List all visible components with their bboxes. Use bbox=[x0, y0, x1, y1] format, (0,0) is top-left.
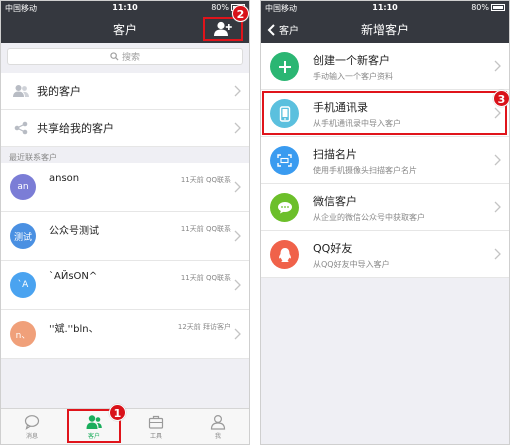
option-wechat[interactable]: 微信客户 从企业的微信公众号中获取客户 bbox=[261, 184, 509, 231]
chevron-right-icon bbox=[234, 279, 241, 291]
step-badge-3: 3 bbox=[493, 90, 509, 107]
contact-name: anson bbox=[49, 173, 80, 184]
status-bar: 中国移动 11:10 80% bbox=[261, 1, 509, 15]
qq-icon bbox=[270, 240, 299, 269]
briefcase-icon bbox=[148, 415, 164, 429]
nav-bar: 客户 bbox=[1, 15, 249, 43]
option-qq-friends[interactable]: QQ好友 从QQ好友中导入客户 bbox=[261, 231, 509, 278]
tab-me[interactable]: 我 bbox=[187, 409, 249, 444]
contact-name: ''斌.''bln、 bbox=[49, 324, 99, 335]
chevron-right-icon bbox=[494, 107, 501, 119]
share-icon bbox=[13, 120, 29, 136]
option-scan-card[interactable]: 扫描名片 使用手机摄像头扫描客户名片 bbox=[261, 137, 509, 184]
contact-meta: 11天前 QQ联系 bbox=[180, 225, 231, 233]
status-bar: 中国移动 11:10 80% bbox=[1, 1, 249, 15]
new-customer-screen: 中国移动 11:10 80% 客户 新增客户 创建一个新客户 手动输入一个客户资… bbox=[260, 0, 510, 445]
option-title: 微信客户 bbox=[313, 195, 357, 208]
customer-menu: 我的客户 共享给我的客户 bbox=[1, 73, 249, 147]
option-title: 创建一个新客户 bbox=[313, 54, 390, 67]
list-item[interactable]: n、 ''斌.''bln、 12天前 拜访客户 bbox=[1, 310, 249, 359]
option-title: 手机通讯录 bbox=[313, 101, 368, 114]
tab-messages[interactable]: 消息 bbox=[1, 409, 63, 444]
menu-label: 共享给我的客户 bbox=[37, 122, 114, 135]
section-header-recent: 最近联系客户 bbox=[9, 153, 57, 162]
option-phone-contacts[interactable]: 手机通讯录 从手机通讯录中导入客户 bbox=[261, 90, 509, 137]
option-title: 扫描名片 bbox=[313, 148, 357, 161]
chevron-right-icon bbox=[234, 122, 241, 134]
tab-tools[interactable]: 工具 bbox=[125, 409, 187, 444]
chevron-right-icon bbox=[234, 230, 241, 242]
option-subtitle: 使用手机摄像头扫描客户名片 bbox=[313, 166, 417, 175]
battery-icon bbox=[491, 4, 505, 11]
chevron-right-icon bbox=[234, 85, 241, 97]
chevron-right-icon bbox=[494, 154, 501, 166]
battery-percent: 80% bbox=[471, 3, 489, 12]
option-subtitle: 从QQ好友中导入客户 bbox=[313, 260, 390, 269]
chevron-right-icon bbox=[494, 201, 501, 213]
option-subtitle: 从企业的微信公众号中获取客户 bbox=[313, 213, 425, 222]
page-title: 新增客户 bbox=[360, 23, 409, 37]
search-placeholder: 搜索 bbox=[121, 53, 140, 63]
search-icon bbox=[110, 52, 119, 61]
menu-item-shared-customers[interactable]: 共享给我的客户 bbox=[1, 110, 249, 147]
battery-indicator: 80% bbox=[471, 3, 505, 12]
tab-label: 工具 bbox=[149, 432, 162, 440]
chevron-right-icon bbox=[234, 328, 241, 340]
menu-item-my-customers[interactable]: 我的客户 bbox=[1, 73, 249, 110]
step-badge-2: 2 bbox=[232, 5, 249, 22]
battery-percent: 80% bbox=[211, 3, 229, 12]
chevron-right-icon bbox=[234, 181, 241, 193]
nav-bar: 客户 新增客户 bbox=[261, 15, 509, 43]
option-subtitle: 手动输入一个客户资料 bbox=[313, 72, 393, 81]
wechat-icon bbox=[270, 193, 299, 222]
add-customer-options: 创建一个新客户 手动输入一个客户资料 手机通讯录 从手机通讯录中导入客户 扫描名… bbox=[261, 43, 509, 278]
contact-name: 公众号测试 bbox=[49, 226, 99, 237]
list-item[interactable]: `A `AЙsON^ 11天前 QQ联系 bbox=[1, 261, 249, 310]
chat-bubble-icon bbox=[24, 414, 40, 430]
contact-name: `AЙsON^ bbox=[49, 271, 98, 282]
list-item[interactable]: 测试 公众号测试 11天前 QQ联系 bbox=[1, 212, 249, 261]
step-badge-1: 1 bbox=[109, 404, 126, 421]
phone-icon bbox=[270, 99, 299, 128]
avatar: an bbox=[10, 174, 36, 200]
contact-meta: 11天前 QQ联系 bbox=[180, 274, 231, 282]
scan-icon bbox=[270, 146, 299, 175]
contact-meta: 11天前 QQ联系 bbox=[180, 176, 231, 184]
search-input[interactable]: 搜索 bbox=[7, 48, 243, 65]
tab-label: 消息 bbox=[25, 432, 38, 440]
plus-icon bbox=[270, 52, 299, 81]
option-create-new[interactable]: 创建一个新客户 手动输入一个客户资料 bbox=[261, 43, 509, 90]
recent-contacts-list: an anson 11天前 QQ联系 测试 公众号测试 11天前 QQ联系 `A… bbox=[1, 163, 249, 359]
avatar: `A bbox=[10, 272, 36, 298]
chevron-right-icon bbox=[494, 248, 501, 260]
menu-label: 我的客户 bbox=[37, 85, 81, 98]
profile-icon bbox=[210, 414, 226, 430]
add-person-icon bbox=[214, 21, 232, 36]
chevron-right-icon bbox=[494, 60, 501, 72]
avatar: n、 bbox=[10, 321, 36, 347]
people-icon bbox=[13, 83, 29, 99]
option-subtitle: 从手机通讯录中导入客户 bbox=[313, 119, 401, 128]
avatar: 测试 bbox=[10, 223, 36, 249]
customers-screen: 中国移动 11:10 80% 客户 搜索 我的客户 共享给我的客户 最近联系客户… bbox=[0, 0, 250, 445]
tab-label: 我 bbox=[214, 432, 221, 440]
search-bar: 搜索 bbox=[1, 43, 249, 71]
option-title: QQ好友 bbox=[313, 242, 353, 255]
contact-meta: 12天前 拜访客户 bbox=[177, 323, 231, 331]
list-item[interactable]: an anson 11天前 QQ联系 bbox=[1, 163, 249, 212]
